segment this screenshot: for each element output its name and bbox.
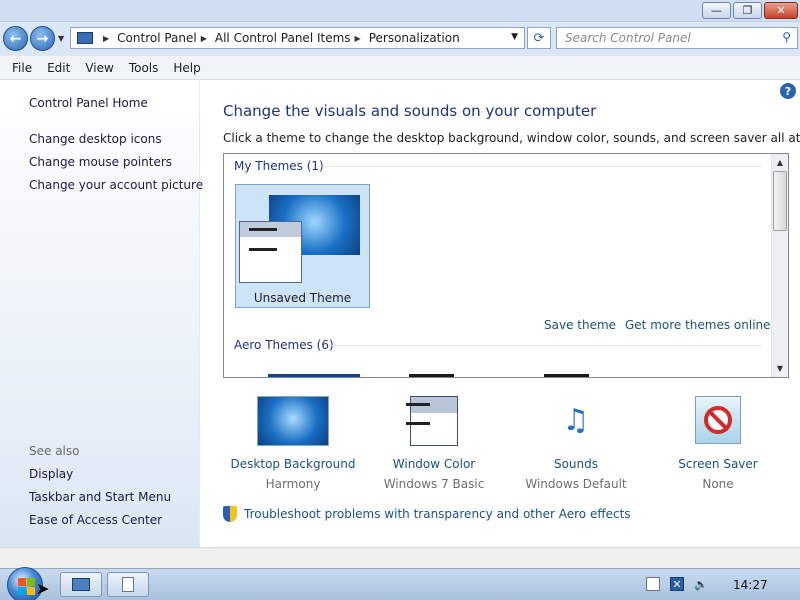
troubleshoot-aero-link[interactable]: Troubleshoot problems with transparency …: [244, 507, 631, 521]
save-theme-link[interactable]: Save theme: [544, 318, 616, 332]
option-value: Windows 7 Basic: [383, 477, 485, 491]
breadcrumb-personalization[interactable]: Personalization: [369, 31, 460, 45]
recent-pages-chevron-down-icon[interactable]: ▼: [58, 34, 64, 43]
change-desktop-icons-link[interactable]: Change desktop icons: [29, 132, 162, 146]
menu-file[interactable]: File: [12, 61, 32, 75]
control-panel-home-link[interactable]: Control Panel Home: [29, 96, 148, 110]
theme-list-scrollbar[interactable]: ▲ ▼: [771, 154, 788, 377]
mouse-cursor-icon: ➤: [36, 579, 50, 598]
theme-tile-unsaved[interactable]: Unsaved Theme: [235, 184, 370, 308]
aero-themes-header[interactable]: Aero Themes (6): [234, 338, 334, 352]
document-icon: [122, 577, 134, 592]
option-title[interactable]: Window Color: [359, 457, 509, 471]
sounds-option[interactable]: ♫ Sounds Windows Default: [501, 396, 651, 491]
breadcrumb-all-items[interactable]: All Control Panel Items: [215, 31, 351, 45]
taskbar: ➤ ✕ 🔈 14:27: [0, 567, 800, 600]
search-input[interactable]: [557, 28, 767, 48]
screen-saver-icon: [695, 396, 741, 444]
shield-icon: [223, 506, 237, 522]
troubleshoot-row: Troubleshoot problems with transparency …: [223, 506, 631, 522]
volume-muted-icon[interactable]: 🔈: [694, 577, 708, 591]
control-panel-window-icon: [72, 578, 90, 591]
close-button[interactable]: ✕: [764, 2, 798, 19]
breadcrumb-control-panel[interactable]: Control Panel: [117, 31, 197, 45]
taskbar-button-control-panel[interactable]: [60, 572, 102, 597]
window-color-option[interactable]: Window Color Windows 7 Basic: [359, 396, 509, 491]
theme-window-color-thumbnail: [239, 221, 302, 283]
scroll-down-arrow-icon[interactable]: ▼: [772, 360, 788, 377]
control-panel-icon: [77, 32, 93, 44]
my-themes-header[interactable]: My Themes (1): [234, 159, 324, 173]
sounds-icon: ♫: [562, 403, 590, 438]
aero-theme-thumbnail[interactable]: [268, 374, 360, 377]
option-value: Harmony: [265, 477, 321, 491]
menu-view[interactable]: View: [85, 61, 113, 75]
scroll-thumb[interactable]: [773, 171, 787, 231]
desktop-background-option[interactable]: Desktop Background Harmony: [218, 396, 368, 491]
page-title: Change the visuals and sounds on your co…: [223, 102, 597, 120]
status-strip: [0, 547, 800, 568]
display-link[interactable]: Display: [29, 467, 73, 481]
get-more-themes-link[interactable]: Get more themes online: [625, 318, 771, 332]
option-value: None: [702, 477, 734, 491]
close-icon: ✕: [776, 4, 786, 17]
refresh-button[interactable]: ⟳: [527, 27, 551, 49]
group-divider: [322, 166, 762, 167]
window-color-icon: [406, 396, 458, 446]
menu-bar: File Edit View Tools Help: [0, 56, 800, 80]
maximize-button[interactable]: ❐: [733, 2, 762, 19]
theme-name: Unsaved Theme: [253, 291, 352, 305]
change-account-picture-link[interactable]: Change your account picture: [29, 178, 203, 192]
theme-list[interactable]: My Themes (1) Unsaved Theme Save theme G…: [223, 153, 789, 378]
option-title[interactable]: Sounds: [501, 457, 651, 471]
action-center-flag-icon[interactable]: [646, 577, 660, 591]
menu-tools[interactable]: Tools: [129, 61, 159, 75]
taskbar-start-menu-link[interactable]: Taskbar and Start Menu: [29, 490, 171, 504]
forward-arrow-icon: →: [36, 30, 49, 47]
minimize-button[interactable]: —: [702, 2, 731, 19]
see-also-heading: See also: [29, 444, 80, 458]
menu-edit[interactable]: Edit: [47, 61, 70, 75]
search-box[interactable]: ⚲: [556, 27, 798, 49]
aero-theme-thumbnail[interactable]: [544, 374, 589, 377]
maximize-icon: ❐: [742, 4, 753, 17]
back-button[interactable]: ←: [3, 26, 28, 51]
screen-saver-option[interactable]: Screen Saver None: [643, 396, 793, 491]
menu-help[interactable]: Help: [173, 61, 200, 75]
option-title[interactable]: Desktop Background: [218, 457, 368, 471]
search-icon[interactable]: ⚲: [782, 30, 791, 44]
windows-logo-icon: [18, 578, 26, 586]
address-dropdown-chevron-down-icon[interactable]: ▼: [511, 32, 518, 42]
page-description: Click a theme to change the desktop back…: [223, 131, 800, 145]
aero-theme-thumbnail[interactable]: [409, 374, 454, 377]
back-arrow-icon: ←: [9, 30, 22, 47]
task-pane: Control Panel Home Change desktop icons …: [0, 80, 203, 547]
minimize-icon: —: [711, 4, 722, 17]
address-toolbar: ← → ▼ ▶ Control Panel ▶ All Control Pane…: [0, 22, 800, 56]
desktop-background-icon: [257, 396, 329, 446]
breadcrumb-separator-icon[interactable]: ▶: [355, 34, 361, 43]
taskbar-button-document[interactable]: [107, 572, 149, 597]
change-mouse-pointers-link[interactable]: Change mouse pointers: [29, 155, 172, 169]
breadcrumb[interactable]: ▶ Control Panel ▶ All Control Panel Item…: [70, 27, 525, 49]
refresh-icon: ⟳: [533, 30, 545, 46]
breadcrumb-separator-icon[interactable]: ▶: [201, 34, 207, 43]
window-title-bar: — ❐ ✕: [0, 0, 800, 22]
breadcrumb-separator-icon[interactable]: ▶: [103, 34, 109, 43]
option-title[interactable]: Screen Saver: [643, 457, 793, 471]
option-value: Windows Default: [525, 477, 627, 491]
taskbar-clock[interactable]: 14:27: [733, 578, 768, 592]
network-icon[interactable]: ✕: [670, 577, 684, 591]
ease-of-access-link[interactable]: Ease of Access Center: [29, 513, 162, 527]
scroll-up-arrow-icon[interactable]: ▲: [772, 154, 788, 171]
help-icon[interactable]: ?: [780, 83, 796, 99]
forward-button[interactable]: →: [30, 26, 55, 51]
group-divider: [328, 345, 762, 346]
